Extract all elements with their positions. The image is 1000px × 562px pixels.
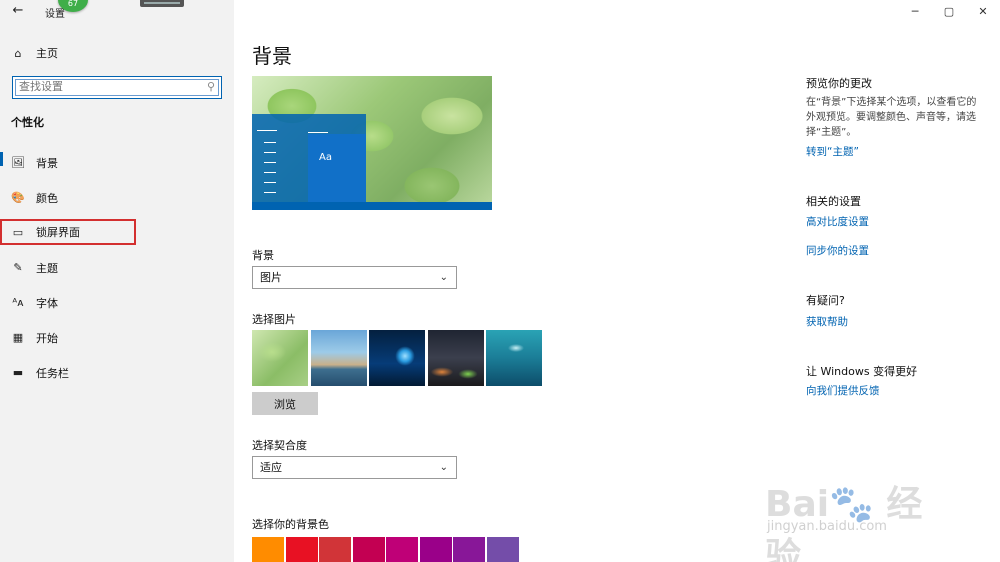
sidebar-item-start[interactable]: ▦ 开始 bbox=[0, 320, 234, 355]
sidebar: ← 设置 67 ⌂ 主页 ⚲ 个性化 🖼 背景 🎨 颜色 ▭ 锁屏界面 ✎ 主题 bbox=[0, 0, 234, 562]
color-swatch[interactable] bbox=[386, 537, 418, 562]
start-grid-icon: ▦ bbox=[12, 331, 24, 344]
sidebar-item-fonts[interactable]: ᴬᴀ 字体 bbox=[0, 285, 234, 320]
picture-thumbnail[interactable] bbox=[310, 330, 367, 386]
preview-line bbox=[264, 152, 276, 153]
picture-icon: 🖼 bbox=[11, 156, 25, 169]
preview-line bbox=[257, 130, 277, 131]
preview-description: 在“背景”下选择某个选项，以查看它的外观预览。要调整颜色、声音等，请选择“主题”… bbox=[806, 97, 977, 138]
search-icon[interactable]: ⚲ bbox=[207, 80, 215, 93]
fit-label: 选择契合度 bbox=[252, 439, 307, 452]
window-controls: ─ ▢ ✕ bbox=[898, 0, 1000, 24]
sidebar-item-themes[interactable]: ✎ 主题 bbox=[0, 250, 234, 285]
color-swatch[interactable] bbox=[486, 537, 519, 562]
color-swatch[interactable] bbox=[285, 537, 318, 562]
section-heading: 个性化 bbox=[11, 116, 44, 129]
preview-line bbox=[264, 162, 276, 163]
sidebar-item-label: 颜色 bbox=[36, 191, 58, 205]
high-contrast-link[interactable]: 高对比度设置 bbox=[806, 214, 869, 229]
minimize-icon[interactable]: ─ bbox=[898, 0, 932, 24]
close-icon[interactable]: ✕ bbox=[966, 0, 1000, 24]
preview-sample-text: Aa bbox=[319, 152, 332, 163]
choose-picture-label: 选择图片 bbox=[252, 313, 296, 326]
question-heading: 有疑问? bbox=[806, 294, 845, 307]
make-windows-better-heading: 让 Windows 变得更好 bbox=[806, 365, 918, 378]
background-label: 背景 bbox=[252, 249, 274, 262]
feedback-link[interactable]: 向我们提供反馈 bbox=[806, 383, 880, 398]
color-swatches bbox=[252, 537, 520, 562]
picture-thumbnail[interactable] bbox=[486, 330, 542, 386]
sidebar-item-home[interactable]: ⌂ 主页 bbox=[11, 44, 59, 62]
nav-list: 🖼 背景 🎨 颜色 ▭ 锁屏界面 ✎ 主题 ᴬᴀ 字体 ▦ 开始 ▬ 任务栏 bbox=[0, 145, 234, 390]
main-content: ─ ▢ ✕ 背景 Aa 背景 图片 ⌄ 选择图片 浏览 选择契合度 适应 ⌄ 选… bbox=[234, 0, 1000, 562]
taskbar-icon: ▬ bbox=[12, 366, 24, 379]
sidebar-item-label: 任务栏 bbox=[36, 366, 69, 380]
background-dropdown[interactable]: 图片 ⌄ bbox=[252, 266, 457, 289]
back-arrow-icon[interactable]: ← bbox=[10, 3, 26, 19]
sidebar-item-label: 背景 bbox=[36, 156, 58, 170]
picture-thumbnail[interactable] bbox=[252, 330, 308, 386]
preview-taskbar bbox=[252, 202, 492, 210]
dropdown-value: 适应 bbox=[260, 461, 282, 474]
search-input[interactable] bbox=[19, 80, 199, 93]
sidebar-item-label: 主题 bbox=[36, 261, 58, 275]
preview-line bbox=[308, 132, 328, 133]
lock-screen-icon: ▭ bbox=[12, 225, 24, 239]
sidebar-item-label: 锁屏界面 bbox=[36, 226, 80, 239]
sidebar-item-taskbar[interactable]: ▬ 任务栏 bbox=[0, 355, 234, 390]
preview-heading: 预览你的更改 bbox=[806, 77, 872, 90]
home-icon: ⌂ bbox=[14, 46, 22, 60]
preview-line bbox=[264, 172, 276, 173]
picture-thumbnails bbox=[252, 330, 545, 386]
fit-dropdown[interactable]: 适应 ⌄ bbox=[252, 456, 457, 479]
sync-settings-link[interactable]: 同步你的设置 bbox=[806, 243, 869, 258]
related-settings-heading: 相关的设置 bbox=[806, 195, 861, 208]
color-swatch[interactable] bbox=[252, 537, 284, 562]
picture-thumbnail[interactable] bbox=[369, 330, 425, 386]
bg-color-label: 选择你的背景色 bbox=[252, 518, 329, 531]
picture-thumbnail[interactable] bbox=[427, 330, 484, 386]
get-help-link[interactable]: 获取帮助 bbox=[806, 314, 848, 329]
background-preview: Aa bbox=[252, 76, 492, 210]
theme-brush-icon: ✎ bbox=[13, 261, 23, 274]
maximize-icon[interactable]: ▢ bbox=[932, 0, 966, 24]
preview-inner-window bbox=[308, 132, 366, 202]
palette-icon: 🎨 bbox=[11, 191, 25, 204]
sidebar-item-label: 开始 bbox=[36, 331, 58, 345]
preview-line bbox=[264, 182, 276, 183]
color-swatch[interactable] bbox=[419, 537, 452, 562]
chevron-down-icon: ⌄ bbox=[439, 272, 448, 283]
dropdown-value: 图片 bbox=[260, 271, 282, 284]
title-bar: ← 设置 67 bbox=[0, 0, 234, 24]
font-icon: ᴬᴀ bbox=[12, 296, 24, 309]
search-box[interactable]: ⚲ bbox=[12, 76, 222, 99]
sidebar-item-label: 主页 bbox=[36, 47, 58, 60]
browse-button[interactable]: 浏览 bbox=[252, 392, 318, 415]
goto-theme-link[interactable]: 转到“主题” bbox=[806, 144, 859, 159]
color-swatch[interactable] bbox=[352, 537, 385, 562]
preview-window: Aa bbox=[252, 114, 366, 202]
page-title: 背景 bbox=[252, 44, 292, 68]
sidebar-item-lock-screen[interactable]: ▭ 锁屏界面 bbox=[0, 219, 136, 245]
preview-line bbox=[264, 192, 276, 193]
sidebar-item-background[interactable]: 🖼 背景 bbox=[0, 145, 234, 180]
preview-line bbox=[264, 142, 276, 143]
color-swatch[interactable] bbox=[319, 537, 351, 562]
taskbar-thumbnail bbox=[140, 0, 184, 7]
chevron-down-icon: ⌄ bbox=[439, 462, 448, 473]
sidebar-item-colors[interactable]: 🎨 颜色 bbox=[0, 180, 234, 215]
color-swatch[interactable] bbox=[453, 537, 485, 562]
sidebar-item-label: 字体 bbox=[36, 296, 58, 310]
